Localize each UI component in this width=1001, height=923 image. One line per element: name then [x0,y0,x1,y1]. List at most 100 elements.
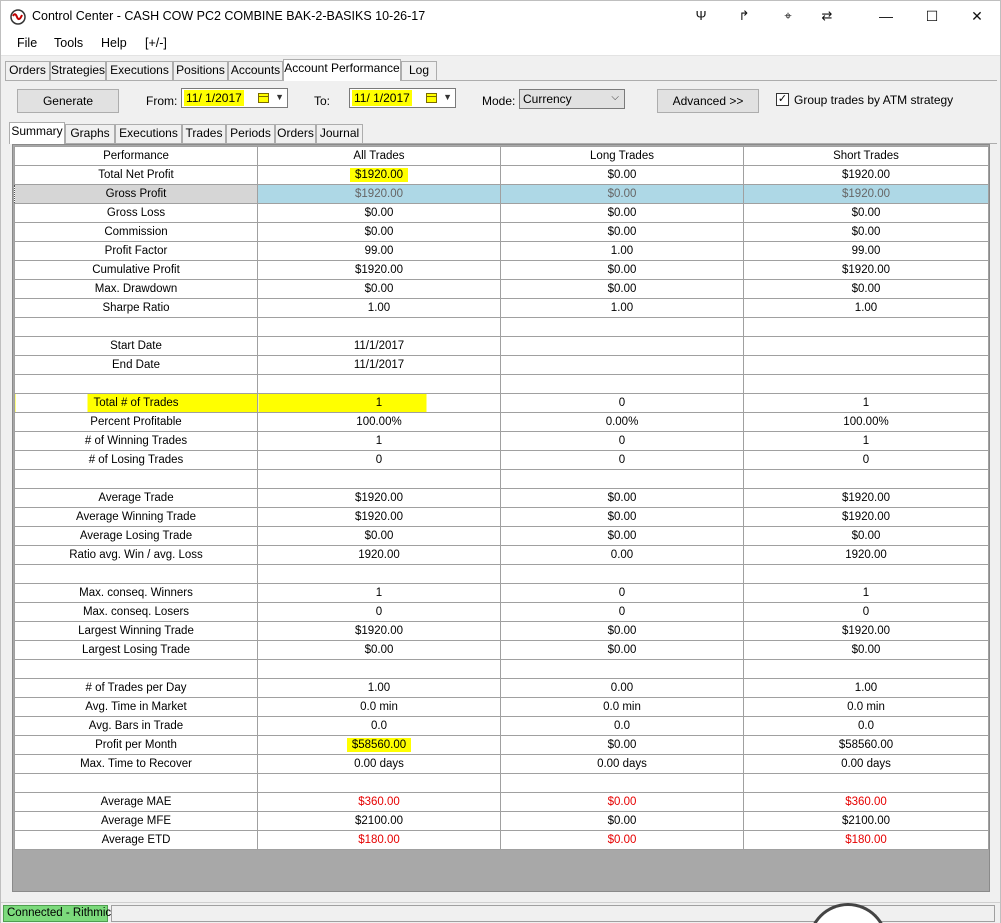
link-tool-icon[interactable]: ⇄ [816,7,838,25]
tab-journal[interactable]: Journal [316,124,363,143]
table-row[interactable]: Average MAE $360.00 $0.00 $360.00 [14,792,989,812]
table-row[interactable] [14,317,989,337]
table-row[interactable]: Average Losing Trade $0.00 $0.00 $0.00 [14,526,989,546]
table-row[interactable]: End Date 11/1/2017 [14,355,989,375]
column-header[interactable]: Performance [14,146,258,166]
value-cell [500,659,744,679]
table-row[interactable]: Average MFE $2100.00 $0.00 $2100.00 [14,811,989,831]
tab-trades[interactable]: Trades [182,124,226,143]
tab-account-performance[interactable]: Account Performance [283,59,401,81]
row-label-cell: Profit per Month [14,735,258,755]
mode-select[interactable]: Currency ⌵ [519,89,625,109]
table-row[interactable]: Commission $0.00 $0.00 $0.00 [14,222,989,242]
table-row[interactable]: Avg. Time in Market 0.0 min 0.0 min 0.0 min [14,697,989,717]
table-row[interactable]: Average Trade $1920.00 $0.00 $1920.00 [14,488,989,508]
value-cell: $1920.00 [257,184,501,204]
value-cell: 0.0 min [257,697,501,717]
fork-tool-icon[interactable]: Ψ [690,7,712,25]
value-cell: 0.0 [500,716,744,736]
generate-button[interactable]: Generate [17,89,119,113]
table-row[interactable]: Percent Profitable 100.00% 0.00% 100.00% [14,412,989,432]
tab-accounts[interactable]: Accounts [228,61,283,80]
table-row[interactable]: # of Winning Trades 1 0 1 [14,431,989,451]
row-label-cell: Average ETD [14,830,258,850]
row-label-cell: Cumulative Profit [14,260,258,280]
cell-value: 0.00 days [841,758,891,770]
tab-positions[interactable]: Positions [173,61,228,80]
row-label-cell: Average MFE [14,811,258,831]
value-cell: $58560.00 [743,735,989,755]
menu-tools[interactable]: Tools [54,36,83,50]
table-row[interactable]: Start Date 11/1/2017 [14,336,989,356]
cell-value: $0.00 [607,815,637,827]
table-row[interactable]: Max. conseq. Winners 1 0 1 [14,583,989,603]
tab-graphs[interactable]: Graphs [65,124,115,143]
table-row[interactable] [14,374,989,394]
table-row[interactable] [14,564,989,584]
advanced-button[interactable]: Advanced >> [657,89,759,113]
row-label-cell: Average MAE [14,792,258,812]
chevron-down-icon[interactable]: ▼ [275,92,284,102]
row-label: Max. Drawdown [94,283,178,295]
tab-orders-sub[interactable]: Orders [275,124,316,143]
minimize-button[interactable]: — [863,1,909,32]
value-cell: $0.00 [500,165,744,185]
cell-value: 100.00% [843,416,889,428]
value-cell [743,374,989,394]
step-tool-icon[interactable]: ↱ [733,7,755,25]
menu-help[interactable]: Help [101,36,127,50]
table-row[interactable]: Largest Winning Trade $1920.00 $0.00 $1920.… [14,621,989,641]
table-row[interactable] [14,773,989,793]
chevron-down-icon[interactable]: ▼ [443,92,452,102]
table-row[interactable]: Profit Factor 99.00 1.00 99.00 [14,241,989,261]
table-row[interactable]: Avg. Bars in Trade 0.0 0.0 0.0 [14,716,989,736]
table-row[interactable]: # of Trades per Day 1.00 0.00 1.00 [14,678,989,698]
row-label-cell: Max. Drawdown [14,279,258,299]
column-header[interactable]: All Trades [257,146,501,166]
menu-expand[interactable]: [+/-] [145,36,167,50]
table-row[interactable]: Total Net Profit $1920.00 $0.00 $1920.00 [14,165,989,185]
table-row[interactable]: Largest Losing Trade $0.00 $0.00 $0.00 [14,640,989,660]
tab-summary[interactable]: Summary [9,122,65,144]
table-row[interactable] [14,659,989,679]
menu-file[interactable]: File [17,36,37,50]
row-label: Largest Winning Trade [78,625,194,637]
table-row[interactable]: Cumulative Profit $1920.00 $0.00 $1920.00 [14,260,989,280]
table-row[interactable] [14,469,989,489]
table-row[interactable]: Sharpe Ratio 1.00 1.00 1.00 [14,298,989,318]
table-row[interactable]: Average ETD $180.00 $0.00 $180.00 [14,830,989,850]
to-date-picker[interactable]: 11/ 1/2017 ▼ [349,88,456,108]
to-date-value: 11/ 1/2017 [352,90,412,106]
tab-periods[interactable]: Periods [226,124,275,143]
table-row[interactable]: # of Losing Trades 0 0 0 [14,450,989,470]
from-date-picker[interactable]: 11/ 1/2017 ▼ [181,88,288,108]
value-cell: 1 [743,431,989,451]
value-cell: 0 [500,431,744,451]
table-row[interactable]: Ratio avg. Win / avg. Loss 1920.00 0.00 192… [14,545,989,565]
value-cell: $0.00 [257,222,501,242]
table-row[interactable]: Gross Loss $0.00 $0.00 $0.00 [14,203,989,223]
row-label: Average Losing Trade [79,530,193,542]
column-header[interactable]: Short Trades [743,146,989,166]
table-row[interactable]: Max. conseq. Losers 0 0 0 [14,602,989,622]
cell-value: 99.00 [851,245,881,257]
table-row[interactable]: Max. Drawdown $0.00 $0.00 $0.00 [14,279,989,299]
close-button[interactable]: ✕ [954,1,1000,32]
table-row[interactable]: Max. Time to Recover 0.00 days 0.00 days 0.… [14,754,989,774]
tab-log[interactable]: Log [401,61,437,80]
calendar-icon[interactable] [426,93,437,103]
tab-orders[interactable]: Orders [5,61,50,80]
group-atm-checkbox[interactable]: ✓ [776,93,789,106]
table-row[interactable]: Total # of Trades 1 0 1 [14,393,989,413]
calendar-icon[interactable] [258,93,269,103]
tab-strategies[interactable]: Strategies [50,61,106,80]
tab-executions-sub[interactable]: Executions [115,124,182,143]
table-row[interactable]: Average Winning Trade $1920.00 $0.00 $1920.… [14,507,989,527]
table-row[interactable]: Profit per Month $58560.00 $0.00 $58560.00 [14,735,989,755]
crosshair-tool-icon[interactable]: ⌖ [777,7,799,25]
cell-value: $0.00 [607,625,637,637]
tab-executions[interactable]: Executions [106,61,173,80]
table-row[interactable]: Gross Profit $1920.00 $0.00 $1920.00 [14,184,989,204]
maximize-button[interactable]: ☐ [909,1,955,32]
column-header[interactable]: Long Trades [500,146,744,166]
